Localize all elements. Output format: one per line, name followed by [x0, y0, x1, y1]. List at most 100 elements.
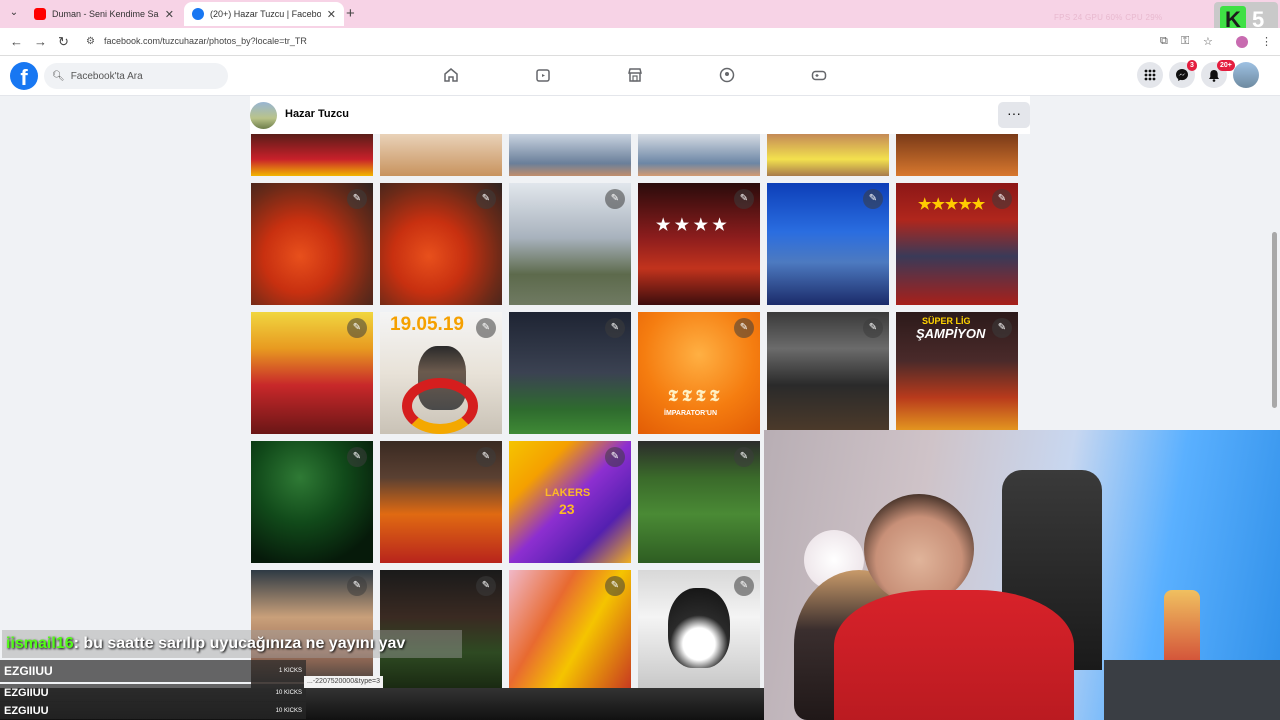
kick-donation-row: EZGIIUU 10 KICKS — [0, 702, 306, 719]
edit-photo-icon[interactable]: ✎ — [347, 189, 367, 209]
install-icon[interactable]: ⧉ — [1160, 35, 1168, 48]
edit-photo-icon[interactable]: ✎ — [863, 189, 883, 209]
photo-thumbnail[interactable]: LAKERS 23 ✎ — [509, 441, 631, 563]
person-shirt — [834, 590, 1074, 720]
search-input[interactable]: 🔍︎ Facebook'ta Ara — [44, 63, 228, 89]
kick-donation-row: EZGIIUU 1 KICKS — [0, 660, 306, 682]
photo-thumbnail[interactable] — [509, 134, 631, 176]
photo-thumbnail[interactable]: ✎ — [509, 183, 631, 305]
photo-thumbnail[interactable]: SÜPER LİG ŞAMPİYON ✎ — [896, 312, 1018, 434]
profile-name[interactable]: Hazar Tuzcu — [285, 108, 349, 120]
site-info-icon[interactable]: ⚙ — [86, 36, 95, 47]
edit-photo-icon[interactable]: ✎ — [605, 576, 625, 596]
new-tab-button[interactable]: + — [346, 5, 355, 22]
bookmark-star-icon[interactable]: ☆ — [1203, 35, 1213, 48]
edit-photo-icon[interactable]: ✎ — [863, 318, 883, 338]
edit-photo-icon[interactable]: ✎ — [476, 576, 496, 596]
home-icon[interactable] — [442, 66, 460, 84]
password-key-icon[interactable]: ⚿ — [1181, 35, 1189, 48]
kick-amount: 1 KICKS — [278, 668, 302, 674]
photo-thumbnail[interactable]: 19.05.19 ✎ — [380, 312, 502, 434]
kick-donor-name: EZGIIUU — [4, 664, 53, 678]
chat-text: : bu saatte sarılıp uyucağınıza ne yayın… — [73, 635, 406, 652]
dog-figure — [668, 588, 730, 668]
g-logo-shape — [402, 378, 478, 434]
photo-thumbnail[interactable]: ★ ★ ★ ★ ✎ — [638, 183, 760, 305]
notification-badge: 20+ — [1217, 60, 1235, 71]
account-avatar[interactable] — [1233, 62, 1259, 88]
edit-photo-icon[interactable]: ✎ — [476, 447, 496, 467]
chat-username: iismail16 — [6, 635, 74, 652]
person-head — [864, 494, 974, 604]
edit-photo-icon[interactable]: ✎ — [605, 318, 625, 338]
search-icon: 🔍︎ — [52, 70, 65, 82]
edit-photo-icon[interactable]: ✎ — [605, 447, 625, 467]
edit-photo-icon[interactable]: ✎ — [992, 189, 1012, 209]
photo-thumbnail[interactable]: ✎ — [767, 183, 889, 305]
edit-photo-icon[interactable]: ✎ — [734, 576, 754, 596]
reload-icon[interactable]: ↻ — [58, 34, 69, 50]
close-tab-icon[interactable]: ✕ — [327, 8, 336, 21]
tab-search-dropdown[interactable]: ⌄ — [6, 5, 22, 21]
video-icon[interactable] — [534, 66, 552, 84]
menu-kebab-icon[interactable]: ⋮ — [1261, 35, 1272, 48]
photo-thumbnail[interactable]: ✎ — [251, 441, 373, 563]
photo-thumbnail[interactable] — [380, 134, 502, 176]
edit-photo-icon[interactable]: ✎ — [476, 318, 496, 338]
webcam-overlay — [764, 430, 1280, 720]
photo-thumbnail[interactable] — [638, 134, 760, 176]
photo-thumbnail[interactable] — [767, 134, 889, 176]
photo-thumbnail[interactable]: ★★★★★ ✎ — [896, 183, 1018, 305]
edit-photo-icon[interactable]: ✎ — [347, 318, 367, 338]
photo-thumbnail[interactable]: İMPARATOR'UN 𝕿𝕿𝕿𝕿 ✎ — [638, 312, 760, 434]
menu-grid-icon[interactable] — [1137, 62, 1163, 88]
photo-thumbnail[interactable]: ✎ — [251, 183, 373, 305]
page-scrollbar[interactable] — [1272, 232, 1277, 408]
performance-stats: FPS 24 GPU 60% CPU 29% — [1054, 13, 1163, 22]
groups-icon[interactable] — [718, 66, 736, 84]
url-field[interactable]: facebook.com/tuzcuhazar/photos_by?locale… — [104, 36, 307, 46]
jersey-number-text: 23 — [559, 501, 575, 517]
photo-thumbnail[interactable]: ✎ — [380, 183, 502, 305]
photo-thumbnail[interactable]: ✎ — [251, 312, 373, 434]
edit-photo-icon[interactable]: ✎ — [734, 447, 754, 467]
marketplace-icon[interactable] — [626, 66, 644, 84]
imparator-text: İMPARATOR'UN — [664, 410, 717, 417]
edit-photo-icon[interactable]: ✎ — [992, 318, 1012, 338]
photo-thumbnail[interactable]: ✎ — [380, 441, 502, 563]
photo-thumbnail[interactable]: ✎ — [638, 570, 760, 688]
gaming-icon[interactable] — [810, 66, 828, 84]
profile-avatar[interactable] — [250, 102, 277, 129]
forward-icon[interactable]: → — [34, 34, 47, 49]
trophies-decoration: 𝕿𝕿𝕿𝕿 — [668, 388, 724, 405]
desk — [1104, 660, 1280, 720]
edit-photo-icon[interactable]: ✎ — [347, 576, 367, 596]
address-bar: ← → ↻ ⚙ facebook.com/tuzcuhazar/photos_b… — [0, 28, 1280, 56]
photo-thumbnail[interactable] — [251, 134, 373, 176]
kick-donor-name: EZGIIUU — [4, 704, 49, 717]
profile-sticky-bar: Hazar Tuzcu ··· — [250, 96, 1030, 134]
photo-thumbnail[interactable] — [896, 134, 1018, 176]
photo-thumbnail[interactable]: ✎ — [509, 570, 631, 688]
profile-icon[interactable] — [1236, 36, 1248, 48]
edit-photo-icon[interactable]: ✎ — [734, 189, 754, 209]
edit-photo-icon[interactable]: ✎ — [476, 189, 496, 209]
photo-thumbnail[interactable]: ✎ — [638, 441, 760, 563]
facebook-favicon-icon — [192, 8, 204, 20]
photo-thumbnail[interactable]: ✎ — [767, 312, 889, 434]
photo-thumbnail[interactable]: ✎ — [380, 570, 502, 688]
edit-photo-icon[interactable]: ✎ — [734, 318, 754, 338]
more-options-button[interactable]: ··· — [998, 102, 1030, 128]
back-icon[interactable]: ← — [10, 34, 23, 49]
kick-donor-name: EZGIIUU — [4, 686, 49, 699]
tab-facebook[interactable]: (20+) Hazar Tuzcu | Facebook ✕ — [184, 2, 344, 26]
edit-photo-icon[interactable]: ✎ — [605, 189, 625, 209]
kick-amount: 10 KICKS — [275, 707, 302, 714]
tab-youtube[interactable]: Duman - Seni Kendime Sakladı ✕ — [26, 2, 182, 26]
stars-decoration: ★★★★★ — [918, 196, 986, 213]
photo-thumbnail[interactable]: ✎ — [509, 312, 631, 434]
close-tab-icon[interactable]: ✕ — [165, 8, 174, 21]
super-lig-text: SÜPER LİG — [922, 316, 971, 326]
facebook-logo-icon[interactable]: f — [10, 62, 38, 90]
edit-photo-icon[interactable]: ✎ — [347, 447, 367, 467]
